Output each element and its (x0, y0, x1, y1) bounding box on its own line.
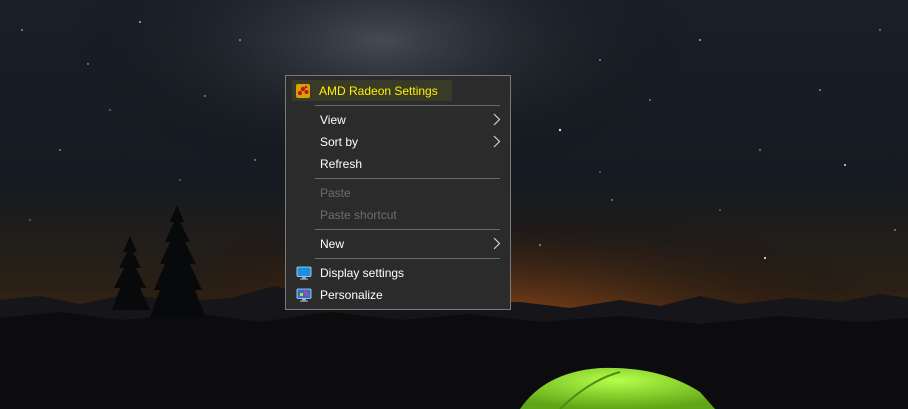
menu-item-paste-shortcut[interactable]: Paste shortcut (287, 204, 509, 225)
menu-item-label: View (320, 113, 346, 127)
menu-item-label: Refresh (320, 157, 363, 171)
menu-item-new[interactable]: New (287, 233, 509, 254)
chevron-right-icon (493, 113, 501, 126)
menu-item-label: Paste (320, 186, 351, 200)
amd-radeon-icon (295, 83, 311, 99)
menu-separator (315, 105, 500, 106)
menu-item-personalize[interactable]: Personalize (287, 284, 509, 305)
menu-separator (315, 229, 500, 230)
personalize-icon (296, 287, 312, 303)
menu-item-display-settings[interactable]: Display settings (287, 262, 509, 283)
menu-item-label: Sort by (320, 135, 359, 149)
menu-item-label: New (320, 237, 345, 251)
menu-item-paste[interactable]: Paste (287, 182, 509, 203)
chevron-right-icon (493, 135, 501, 148)
menu-item-sort-by[interactable]: Sort by (287, 131, 509, 152)
menu-item-view[interactable]: View (287, 109, 509, 130)
menu-item-label: Paste shortcut (320, 208, 397, 222)
display-settings-icon (296, 265, 312, 281)
menu-separator (315, 178, 500, 179)
desktop-context-menu: AMD Radeon Settings View Sort by Refresh… (285, 75, 511, 310)
chevron-right-icon (493, 237, 501, 250)
menu-item-label: Display settings (320, 266, 405, 280)
menu-item-label: AMD Radeon Settings (319, 84, 438, 98)
menu-separator (315, 258, 500, 259)
menu-item-refresh[interactable]: Refresh (287, 153, 509, 174)
menu-item-label: Personalize (320, 288, 383, 302)
menu-item-amd-radeon-settings[interactable]: AMD Radeon Settings (292, 80, 452, 101)
